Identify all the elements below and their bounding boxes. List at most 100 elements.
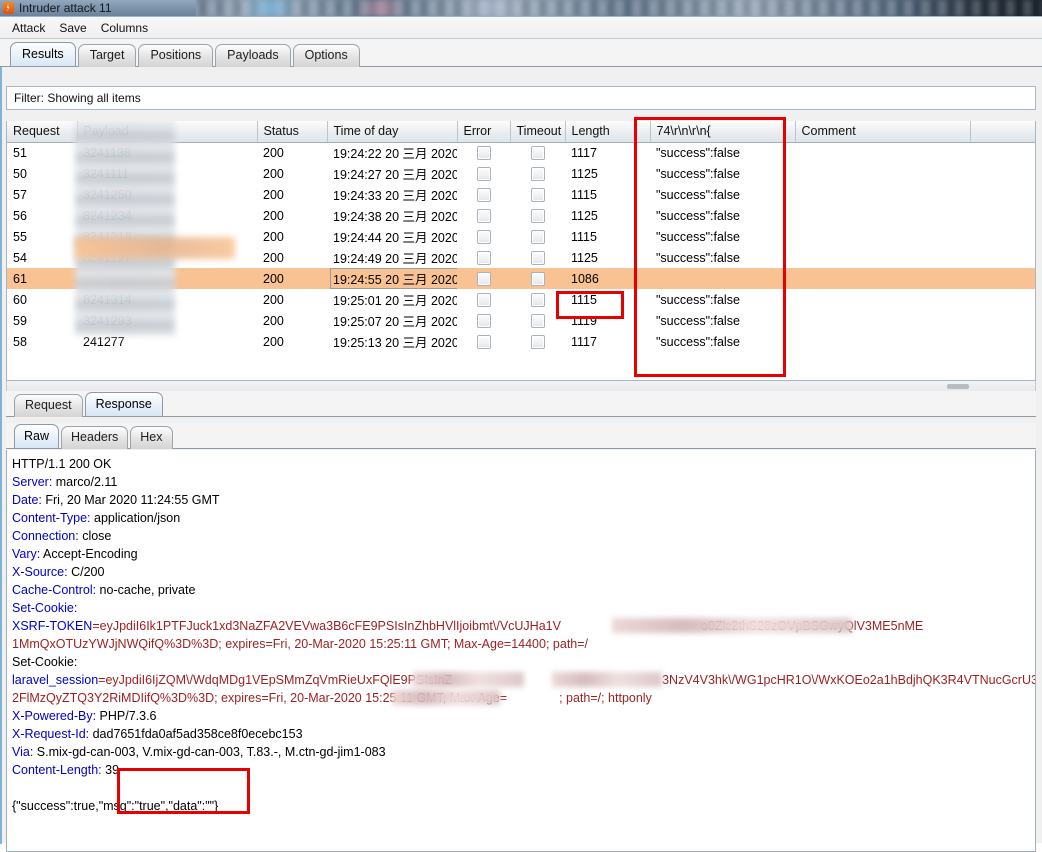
col-header-timeout[interactable]: Timeout: [510, 121, 566, 143]
cell-status: 200: [263, 250, 284, 265]
table-row[interactable]: 50 3241111 200 19:24:27 20 三月 2020 1125 "succ…: [7, 163, 1035, 184]
cookie-value-laravel-visible: =eyJpdiI6IjZQM\/WdqMDg1VEpSMmZqVmRieUxFQ…: [98, 673, 453, 687]
response-body-json: {"success":true,"msg":"true","data":""}: [12, 799, 219, 813]
cell-comment: [795, 184, 970, 205]
error-checkbox[interactable]: [476, 293, 491, 307]
cell-filler: [970, 184, 1035, 205]
col-header-time-of-day[interactable]: Time of day: [327, 121, 458, 143]
error-checkbox[interactable]: [476, 335, 491, 349]
table-row[interactable]: 54 8241197 200 19:24:49 20 三月 2020 1125 "succ…: [7, 247, 1035, 268]
tab-headers[interactable]: Headers: [61, 426, 129, 449]
error-checkbox[interactable]: [476, 146, 491, 161]
timeout-checkbox[interactable]: [530, 251, 545, 265]
window-title: Intruder attack 11: [19, 1, 112, 15]
header-name: Set-Cookie:: [12, 601, 78, 615]
table-row[interactable]: 58 241277 200 19:25:13 20 三月 2020 1117 "succe…: [7, 331, 1035, 352]
table-row[interactable]: 55 8241218 200 19:24:44 20 三月 2020 1115 "succ…: [7, 226, 1035, 247]
results-table-container[interactable]: Request Payload Status Time of day Error…: [6, 121, 1036, 381]
cell-comment: [795, 163, 970, 184]
table-row[interactable]: 57 3241250 200 19:24:33 20 三月 2020 1115 "succ…: [7, 184, 1035, 205]
table-row[interactable]: 60 8241314 200 19:25:01 20 三月 2020 1115 "succ…: [7, 289, 1035, 310]
header-name: Date:: [12, 493, 42, 507]
cell-comment: [795, 331, 970, 352]
error-checkbox[interactable]: [476, 230, 491, 244]
col-header-request[interactable]: Request: [7, 121, 78, 143]
col-header-error[interactable]: Error: [457, 121, 511, 143]
tab-payloads[interactable]: Payloads: [215, 44, 291, 67]
menu-save[interactable]: Save: [52, 19, 93, 37]
error-checkbox[interactable]: [476, 314, 491, 328]
table-row[interactable]: 61 200 19:24:55 20 三月 2020 1086: [7, 268, 1035, 289]
table-row[interactable]: 51 3241138 200 19:24:22 20 三月 2020 1117 "succ…: [7, 142, 1035, 163]
error-checkbox[interactable]: [476, 251, 491, 265]
col-header-payload[interactable]: Payload: [77, 121, 258, 143]
intruder-window: Attack Save Columns Results Target Posit…: [0, 16, 1042, 852]
cell-length: 1115: [571, 229, 597, 244]
cell-timeout: [510, 163, 565, 184]
response-raw-viewer[interactable]: HTTP/1.1 200 OK Server: marco/2.11 Date: …: [6, 450, 1036, 852]
timeout-checkbox[interactable]: [530, 209, 545, 223]
cell-time-of-day: 19:24:27 20 三月 2020: [327, 163, 457, 184]
cell-comment: [795, 142, 970, 163]
header-name: X-Source:: [12, 565, 68, 579]
tab-raw[interactable]: Raw: [14, 424, 60, 448]
cell-status: 200: [263, 166, 284, 181]
header-name: Content-Type:: [12, 511, 91, 525]
col-header-status[interactable]: Status: [257, 121, 328, 143]
cell-status: 200: [263, 229, 284, 244]
cell-time-of-day: 19:24:22 20 三月 2020: [327, 142, 457, 163]
tab-response[interactable]: Response: [84, 392, 163, 416]
results-table: Request Payload Status Time of day Error…: [7, 121, 1035, 352]
tab-target[interactable]: Target: [77, 44, 137, 67]
cell-request: 55: [13, 229, 27, 244]
tab-options[interactable]: Options: [292, 44, 360, 67]
col-header-comment[interactable]: Comment: [795, 121, 971, 143]
cell-error: [457, 226, 510, 247]
cell-filler: [970, 310, 1035, 331]
timeout-checkbox[interactable]: [530, 230, 545, 244]
tab-results[interactable]: Results: [10, 42, 76, 66]
cell-status: 200: [263, 313, 284, 328]
set-cookie-laravel-session-line2: 2FlMzQyZTQ3Y2RiMDIifQ%3D%3D; expires=Fri…: [12, 689, 1035, 707]
col-header-length[interactable]: Length: [565, 121, 651, 143]
cell-request: 54: [13, 250, 27, 265]
col-header-grep[interactable]: 74\r\n\r\n{: [650, 121, 796, 143]
col-header-filler: [970, 121, 1035, 143]
timeout-checkbox[interactable]: [530, 167, 545, 181]
header-value: S.mix-gd-can-003, V.mix-gd-can-003, T.83…: [33, 745, 386, 759]
response-header-lines: Server: marco/2.11 Date: Fri, 20 Mar 2020…: [12, 473, 1035, 617]
cell-error: [457, 331, 510, 352]
timeout-checkbox[interactable]: [530, 188, 545, 202]
cell-timeout: [510, 331, 565, 352]
timeout-checkbox[interactable]: [530, 272, 545, 286]
error-checkbox[interactable]: [476, 167, 491, 181]
timeout-checkbox[interactable]: [530, 293, 545, 307]
cell-length: 1125: [571, 208, 598, 223]
time-of-day-value: 19:24:33 20 三月 2020: [333, 189, 457, 203]
tab-hex[interactable]: Hex: [130, 426, 173, 449]
menu-attack[interactable]: Attack: [5, 19, 52, 37]
tab-positions[interactable]: Positions: [138, 44, 214, 67]
cell-filler: [970, 268, 1035, 289]
timeout-checkbox[interactable]: [530, 146, 545, 161]
set-cookie-xsrf-token-line1: XSRF-TOKEN=eyJpdiI6Ik1PTFJuck1xd3NaZFA2V…: [12, 617, 1035, 635]
response-header-line-7: Set-Cookie:: [12, 599, 1035, 617]
timeout-checkbox[interactable]: [530, 335, 545, 349]
filter-bar[interactable]: Filter: Showing all items: [6, 86, 1036, 110]
menu-columns[interactable]: Columns: [94, 19, 155, 37]
timeout-checkbox[interactable]: [530, 314, 545, 328]
hscrollbar-thumb[interactable]: [947, 384, 969, 389]
cell-comment: [795, 247, 970, 268]
time-of-day-value: 19:24:27 20 三月 2020: [333, 168, 457, 182]
tab-request[interactable]: Request: [14, 394, 83, 417]
error-checkbox[interactable]: [476, 272, 491, 286]
table-row[interactable]: 56 8241234 200 19:24:38 20 三月 2020 1125 "succ…: [7, 205, 1035, 226]
table-row[interactable]: 59 3241293 200 19:25:07 20 三月 2020 1119 "succ…: [7, 310, 1035, 331]
cookie-value-xsrf-token-visible: =eyJpdiI6Ik1PTFJuck1xd3NaZFA2VEVwa3B6cFE…: [92, 619, 561, 633]
error-checkbox[interactable]: [476, 188, 491, 202]
cell-payload: 8241234: [83, 208, 132, 223]
error-checkbox[interactable]: [476, 209, 491, 223]
cell-filler: [970, 163, 1035, 184]
cell-grep: "success":false: [656, 229, 740, 244]
burp-intruder-icon: [3, 2, 14, 14]
